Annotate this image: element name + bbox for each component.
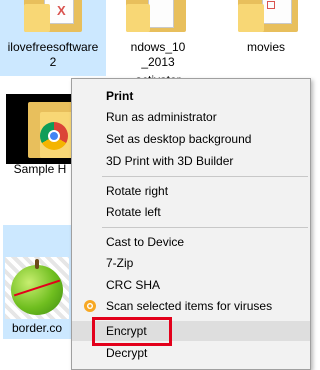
menu-item-rotate-left[interactable]: Rotate left [72,202,310,222]
menu-item-scan-viruses[interactable]: Scan selected items for viruses [72,296,310,316]
file-tile-sample[interactable]: Sample H [0,88,80,180]
chrome-folder-icon [6,94,78,164]
menu-separator [102,176,308,177]
menu-item-7zip[interactable]: 7-Zip [72,253,310,273]
menu-item-print[interactable]: Print [72,86,310,106]
menu-item-label: Scan selected items for viruses [106,299,273,313]
menu-separator [102,227,308,228]
file-name: movies [246,40,285,54]
menu-item-decrypt[interactable]: Decrypt [72,343,310,363]
menu-item-crc-sha[interactable]: CRC SHA [72,275,310,295]
file-name: border.co [11,321,63,335]
antivirus-icon [83,299,97,313]
file-name: ndows_10 _2013 [130,40,186,69]
file-tile-movies[interactable]: movies [226,0,306,76]
file-tile-ilovefreesoftware[interactable]: X ilovefreesoftware 2 [0,0,106,76]
menu-item-3d-print[interactable]: 3D Print with 3D Builder [72,151,310,171]
file-tile-border[interactable]: border.co [3,225,71,339]
folder-icon: X [24,0,82,32]
folder-icon [126,0,186,32]
image-thumbnail [5,257,69,319]
menu-item-cast-to-device[interactable]: Cast to Device [72,232,310,252]
file-name: Sample H [13,162,67,176]
folder-icon [238,0,298,32]
apple-icon [11,265,63,315]
menu-item-set-desktop-background[interactable]: Set as desktop background [72,129,310,149]
file-tile-windows10[interactable]: ndows_10 _2013 [110,0,206,76]
chrome-logo-icon [40,122,68,150]
menu-item-run-as-admin[interactable]: Run as administrator [72,107,310,127]
menu-item-encrypt[interactable]: Encrypt [72,321,310,341]
context-menu: Print Run as administrator Set as deskto… [71,78,311,370]
file-name: ilovefreesoftware 2 [7,40,99,69]
menu-item-rotate-right[interactable]: Rotate right [72,181,310,201]
